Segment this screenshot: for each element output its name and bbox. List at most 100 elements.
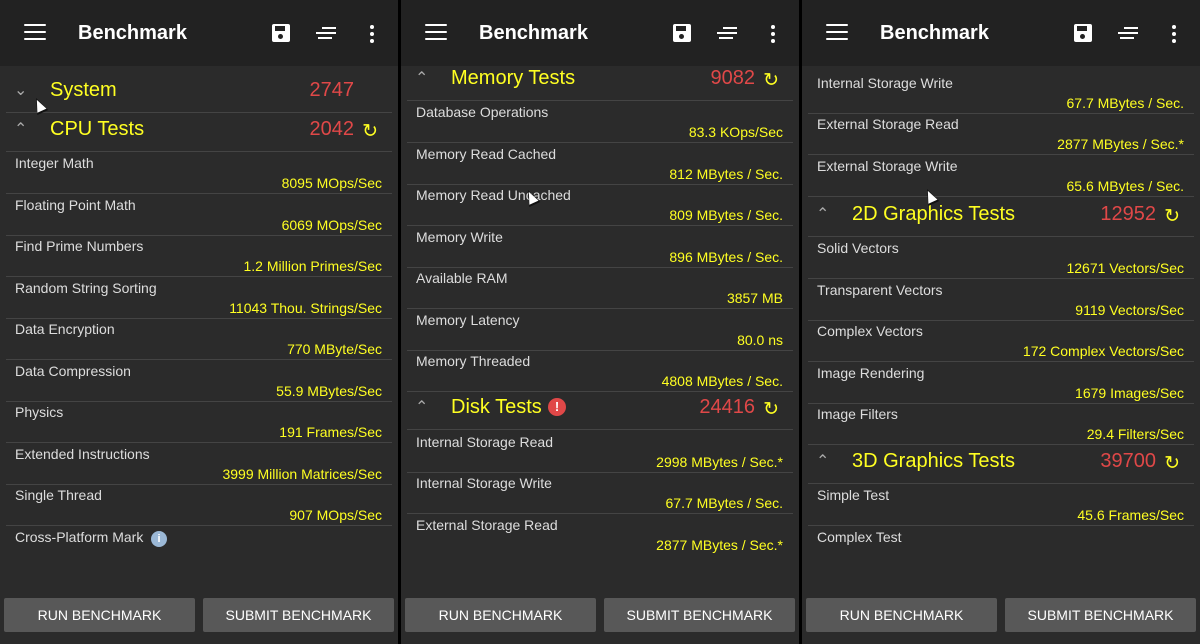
result-row[interactable]: Data Compression 55.9 MBytes/Sec xyxy=(6,360,392,402)
result-row[interactable]: Cross-Platform Mark i xyxy=(6,526,392,567)
section-score: 12952 xyxy=(1100,203,1156,225)
save-icon[interactable] xyxy=(673,24,691,42)
result-row[interactable]: Random String Sorting 11043 Thou. Strings… xyxy=(6,277,392,319)
result-row[interactable]: Image Rendering 1679 Images/Sec xyxy=(808,362,1194,404)
result-row[interactable]: Internal Storage Write 67.7 MBytes / Sec. xyxy=(407,472,793,514)
warning-icon[interactable]: ! xyxy=(548,398,566,416)
result-row[interactable]: Physics 191 Frames/Sec xyxy=(6,401,392,443)
result-row[interactable]: Extended Instructions 3999 Million Matric… xyxy=(6,443,392,485)
result-row[interactable]: Memory Write 896 MBytes / Sec. xyxy=(407,226,793,268)
results-list[interactable]: Internal Storage Write 67.7 MBytes / Sec.… xyxy=(802,66,1200,596)
section-3d-graphics-tests[interactable]: ⌃ 3D Graphics Tests 39700 ↻ xyxy=(808,445,1194,484)
result-row[interactable]: Integer Math 8095 MOps/Sec xyxy=(6,152,392,194)
test-score: 55.9 MBytes/Sec xyxy=(276,383,382,399)
result-row[interactable]: Simple Test 45.6 Frames/Sec xyxy=(808,484,1194,526)
more-vert-icon[interactable] xyxy=(771,25,775,43)
test-score: 45.6 Frames/Sec xyxy=(1077,507,1184,523)
run-benchmark-button[interactable]: RUN BENCHMARK xyxy=(806,598,997,632)
section-title: Disk Tests xyxy=(451,396,542,418)
result-row[interactable]: External Storage Write 65.6 MBytes / Sec. xyxy=(808,155,1194,197)
test-score: 11043 Thou. Strings/Sec xyxy=(229,300,382,316)
result-row[interactable]: Internal Storage Read 2998 MBytes / Sec.* xyxy=(407,431,793,473)
test-name: Extended Instructions xyxy=(15,446,150,462)
save-icon[interactable] xyxy=(272,24,290,42)
test-score: 6069 MOps/Sec xyxy=(281,217,382,233)
run-benchmark-button[interactable]: RUN BENCHMARK xyxy=(4,598,195,632)
test-name: Memory Threaded xyxy=(416,353,531,369)
result-row[interactable]: Available RAM 3857 MB xyxy=(407,267,793,309)
result-row[interactable]: Single Thread 907 MOps/Sec xyxy=(6,484,392,526)
result-row[interactable]: External Storage Read 2877 MBytes / Sec.* xyxy=(407,514,793,555)
section-score: 2042 xyxy=(309,118,355,140)
test-name: Available RAM xyxy=(416,270,508,286)
reload-icon[interactable]: ↻ xyxy=(1164,205,1180,228)
result-row[interactable]: Memory Threaded 4808 MBytes / Sec. xyxy=(407,350,793,392)
run-benchmark-button[interactable]: RUN BENCHMARK xyxy=(405,598,596,632)
reload-icon[interactable]: ↻ xyxy=(1164,452,1180,475)
test-score: 2998 MBytes / Sec.* xyxy=(656,454,783,470)
action-bar: RUN BENCHMARK SUBMIT BENCHMARK xyxy=(0,596,398,644)
more-vert-icon[interactable] xyxy=(370,25,374,43)
test-name: Image Rendering xyxy=(817,365,925,381)
test-score: 67.7 MBytes / Sec. xyxy=(665,495,784,511)
sort-icon[interactable] xyxy=(717,27,737,41)
section-system[interactable]: ⌄ System 2747 xyxy=(6,74,392,113)
test-name: External Storage Read xyxy=(416,517,558,533)
chevron-down-icon[interactable]: ⌄ xyxy=(14,80,27,100)
result-row[interactable]: External Storage Read 2877 MBytes / Sec.* xyxy=(808,113,1194,155)
test-score: 896 MBytes / Sec. xyxy=(669,249,783,265)
submit-benchmark-button[interactable]: SUBMIT BENCHMARK xyxy=(203,598,394,632)
section-memory-tests[interactable]: ⌃ Memory Tests 9082 ↻ xyxy=(407,66,793,101)
section-title: CPU Tests xyxy=(50,118,145,140)
result-row[interactable]: Memory Latency 80.0 ns xyxy=(407,309,793,351)
result-row[interactable]: Database Operations 83.3 KOps/Sec xyxy=(407,101,793,143)
more-vert-icon[interactable] xyxy=(1172,25,1176,43)
result-row[interactable]: Internal Storage Write 67.7 MBytes / Sec. xyxy=(808,72,1194,114)
result-row[interactable]: Complex Test xyxy=(808,526,1194,567)
sort-icon[interactable] xyxy=(1118,27,1138,41)
test-name: Simple Test xyxy=(817,487,890,503)
info-icon[interactable]: i xyxy=(151,531,167,547)
test-name: External Storage Write xyxy=(817,158,958,174)
result-row[interactable]: Floating Point Math 6069 MOps/Sec xyxy=(6,194,392,236)
result-row[interactable]: Memory Read Uncached 809 MBytes / Sec. xyxy=(407,184,793,226)
test-name: Complex Vectors xyxy=(817,323,923,339)
chevron-up-icon[interactable]: ⌃ xyxy=(415,397,428,417)
menu-icon[interactable] xyxy=(425,24,447,42)
sort-icon[interactable] xyxy=(316,27,336,41)
test-name: Cross-Platform Mark xyxy=(15,529,144,545)
result-row[interactable]: Find Prime Numbers 1.2 Million Primes/Sec xyxy=(6,235,392,277)
test-name: Solid Vectors xyxy=(817,240,899,256)
reload-icon[interactable]: ↻ xyxy=(763,398,779,421)
result-row[interactable]: Transparent Vectors 9119 Vectors/Sec xyxy=(808,279,1194,321)
test-name: Data Compression xyxy=(15,363,131,379)
test-name: Transparent Vectors xyxy=(817,282,943,298)
test-score: 812 MBytes / Sec. xyxy=(669,166,783,182)
submit-benchmark-button[interactable]: SUBMIT BENCHMARK xyxy=(604,598,795,632)
section-cpu-tests[interactable]: ⌃ CPU Tests 2042 ↻ xyxy=(6,113,392,152)
result-row[interactable]: Solid Vectors 12671 Vectors/Sec xyxy=(808,237,1194,279)
result-row[interactable]: Memory Read Cached 812 MBytes / Sec. xyxy=(407,143,793,185)
save-icon[interactable] xyxy=(1074,24,1092,42)
benchmark-screens: Benchmark ⌄ System 2747 ⌃ CPU Tests 2042… xyxy=(0,0,1200,644)
reload-icon[interactable]: ↻ xyxy=(763,69,779,92)
reload-icon[interactable]: ↻ xyxy=(362,120,378,143)
test-score: 29.4 Filters/Sec xyxy=(1086,426,1184,442)
chevron-up-icon[interactable]: ⌃ xyxy=(14,119,27,139)
results-list[interactable]: ⌄ System 2747 ⌃ CPU Tests 2042 ↻ Integer… xyxy=(0,66,398,596)
result-row[interactable]: Image Filters 29.4 Filters/Sec xyxy=(808,403,1194,445)
chevron-up-icon[interactable]: ⌃ xyxy=(415,68,428,88)
result-row[interactable]: Complex Vectors 172 Complex Vectors/Sec xyxy=(808,320,1194,362)
menu-icon[interactable] xyxy=(826,24,848,42)
chevron-up-icon[interactable]: ⌃ xyxy=(816,204,829,224)
result-row[interactable]: Data Encryption 770 MByte/Sec xyxy=(6,318,392,360)
menu-icon[interactable] xyxy=(24,24,46,42)
test-score: 1679 Images/Sec xyxy=(1075,385,1184,401)
section-2d-graphics-tests[interactable]: ⌃ 2D Graphics Tests 12952 ↻ xyxy=(808,198,1194,237)
app-title: Benchmark xyxy=(880,22,989,44)
section-disk-tests[interactable]: ⌃ Disk Tests ! 24416 ↻ xyxy=(407,391,793,430)
submit-benchmark-button[interactable]: SUBMIT BENCHMARK xyxy=(1005,598,1196,632)
results-list[interactable]: ⌃ Memory Tests 9082 ↻ Database Operation… xyxy=(401,66,799,596)
action-bar: RUN BENCHMARK SUBMIT BENCHMARK xyxy=(401,596,799,644)
chevron-up-icon[interactable]: ⌃ xyxy=(816,451,829,471)
